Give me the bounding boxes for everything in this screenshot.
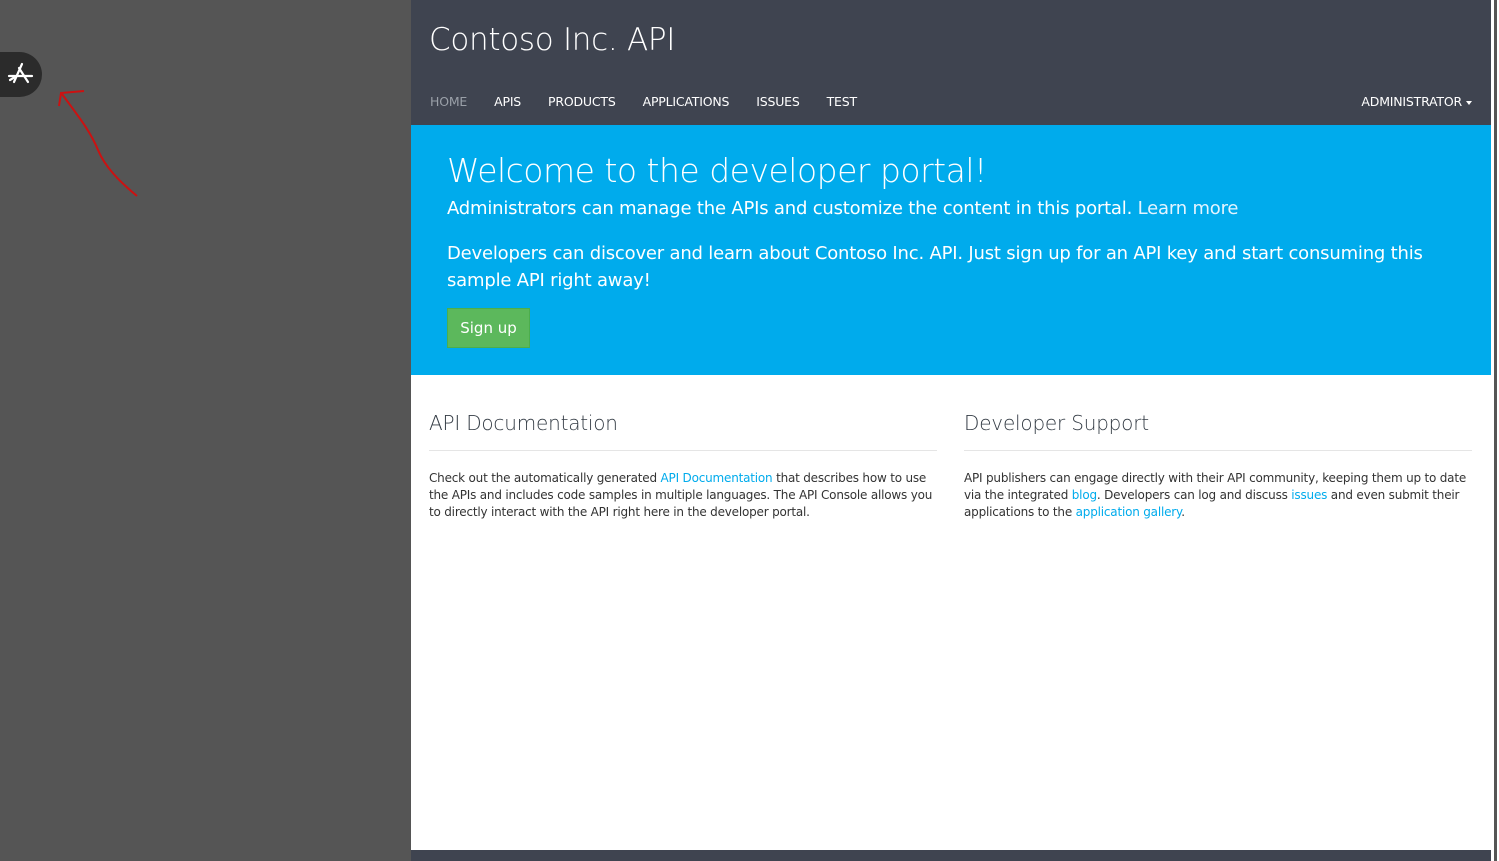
nav-item-home[interactable]: HOME [430,94,467,109]
nav-item-issues[interactable]: ISSUES [756,94,800,109]
api-documentation-section: API Documentation Check out the automati… [429,411,937,521]
nav-item-apis[interactable]: APIS [494,94,521,109]
user-menu-dropdown[interactable]: ADMINISTRATOR [1361,94,1472,109]
issues-link[interactable]: issues [1291,488,1327,502]
nav-item-test[interactable]: TEST [827,94,858,109]
nav-item-applications[interactable]: APPLICATIONS [643,94,730,109]
main-nav: HOME APIS PRODUCTS APPLICATIONS ISSUES T… [430,94,884,109]
learn-more-link[interactable]: Learn more [1138,198,1239,219]
dev-support-text-2: . Developers can log and discuss [1096,488,1292,502]
hero-title: Welcome to the developer portal! [447,151,987,190]
dev-support-text-4: . [1181,505,1185,519]
vertical-scrollbar[interactable] [1494,0,1497,861]
developer-support-section: Developer Support API publishers can eng… [964,411,1472,521]
welcome-hero: Welcome to the developer portal! Adminis… [411,125,1491,375]
api-documentation-text: Check out the automatically generated AP… [429,470,937,521]
workspace-pane [0,0,411,861]
api-docs-text-before: Check out the automatically generated [429,471,661,485]
designer-toggle-button[interactable] [0,52,42,97]
nav-item-products[interactable]: PRODUCTS [548,94,616,109]
portal-header: Contoso Inc. API HOME APIS PRODUCTS APPL… [411,0,1491,125]
brand-title[interactable]: Contoso Inc. API [429,22,675,58]
developer-support-heading: Developer Support [964,411,1472,451]
blog-link[interactable]: blog [1072,488,1097,502]
developer-support-text: API publishers can engage directly with … [964,470,1472,521]
sign-up-button[interactable]: Sign up [447,308,530,348]
red-arrow-icon [50,82,145,206]
developer-portal-frame: Contoso Inc. API HOME APIS PRODUCTS APPL… [411,0,1491,850]
api-documentation-heading: API Documentation [429,411,937,451]
portal-bottom-bar [411,850,1491,861]
admin-text: Administrators can manage the APIs and c… [447,198,1133,219]
hero-dev-text: Developers can discover and learn about … [447,243,1423,291]
application-gallery-link[interactable]: application gallery [1076,505,1182,519]
hero-admin-text: Administrators can manage the APIs and c… [447,198,1238,219]
caret-down-icon [1466,100,1472,105]
user-menu-label: ADMINISTRATOR [1361,94,1462,109]
api-documentation-link[interactable]: API Documentation [661,471,773,485]
app-designer-icon [6,60,36,90]
content-columns: API Documentation Check out the automati… [411,375,1491,521]
